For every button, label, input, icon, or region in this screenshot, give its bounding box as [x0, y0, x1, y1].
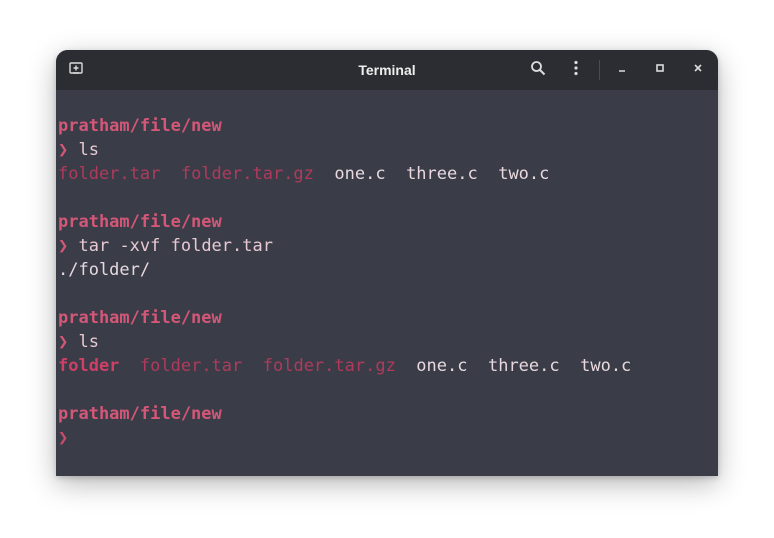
prompt-path: pratham/file/new: [58, 212, 222, 232]
terminal-output[interactable]: pratham/file/new ❯ ls folder.tar folder.…: [56, 90, 718, 476]
minimize-button[interactable]: [610, 58, 634, 82]
list-item: three.c: [487, 356, 560, 376]
list-item: two.c: [580, 356, 632, 376]
list-item: folder: [58, 356, 120, 376]
search-icon: [530, 60, 546, 81]
command-line: ❯ ls: [58, 332, 99, 352]
prompt-path: pratham/file/new: [58, 116, 222, 136]
command-line: ❯ ls: [58, 140, 99, 160]
maximize-icon: [654, 61, 666, 79]
command-line: ❯ tar -xvf folder.tar: [58, 236, 273, 256]
terminal-window: Terminal pratham/file/new ❯ ls folder.ta…: [56, 50, 718, 476]
ls-output: folder.tar folder.tar.gz one.c three.c t…: [56, 162, 718, 186]
list-item: three.c: [406, 164, 478, 184]
list-item: folder.tar.gz: [180, 164, 314, 184]
list-item: two.c: [498, 164, 550, 184]
command-output: ./folder/: [58, 260, 151, 280]
list-item: folder.tar: [139, 356, 243, 376]
command-line[interactable]: ❯: [56, 426, 718, 450]
list-item: folder.tar: [58, 164, 161, 184]
ls-output: folder folder.tar folder.tar.gz one.c th…: [56, 354, 718, 378]
menu-button[interactable]: [564, 58, 588, 82]
kebab-menu-icon: [568, 60, 584, 81]
maximize-button[interactable]: [648, 58, 672, 82]
close-button[interactable]: [686, 58, 710, 82]
title-bar: Terminal: [56, 50, 718, 90]
prompt-path: pratham/file/new: [58, 404, 222, 424]
minimize-icon: [616, 61, 628, 79]
list-item: folder.tar.gz: [262, 356, 396, 376]
list-item: one.c: [416, 356, 468, 376]
prompt-path: pratham/file/new: [58, 308, 222, 328]
close-icon: [692, 61, 704, 79]
search-button[interactable]: [526, 58, 550, 82]
list-item: one.c: [334, 164, 386, 184]
titlebar-separator: [599, 60, 600, 80]
